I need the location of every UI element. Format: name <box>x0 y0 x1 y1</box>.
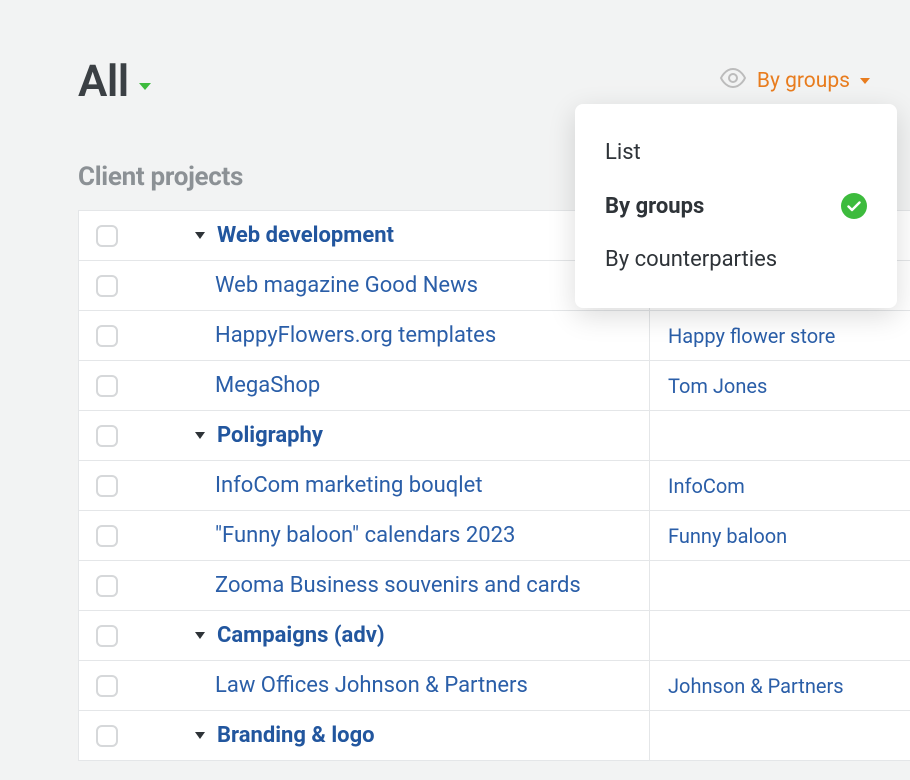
row-name-label: HappyFlowers.org templates <box>215 323 496 348</box>
chevron-down-icon <box>195 732 205 739</box>
project-name-cell[interactable]: Web magazine Good News <box>135 261 650 310</box>
row-checkbox[interactable] <box>96 625 118 647</box>
row-name-label: Campaigns (adv) <box>217 623 385 648</box>
group-name-cell[interactable]: Campaigns (adv) <box>135 611 650 660</box>
row-name-label: Poligraphy <box>217 423 323 448</box>
checkbox-cell <box>79 611 135 660</box>
checkbox-cell <box>79 461 135 510</box>
row-name-label: "Funny baloon" calendars 2023 <box>215 523 515 548</box>
project-name-cell[interactable]: Zooma Business souvenirs and cards <box>135 561 650 610</box>
client-cell <box>650 561 910 610</box>
row-name-label: Web development <box>217 223 394 248</box>
client-cell[interactable]: InfoCom <box>650 461 910 510</box>
view-mode-dropdown: List By groups By counterparties <box>575 104 897 308</box>
checkbox-cell <box>79 211 135 260</box>
title-dropdown[interactable]: All <box>78 55 151 107</box>
page-title: All <box>78 55 129 107</box>
dropdown-item-label: By groups <box>605 194 704 219</box>
dropdown-item-label: By counterparties <box>605 247 777 272</box>
chevron-down-icon <box>195 432 205 439</box>
checkbox-cell <box>79 361 135 410</box>
client-cell[interactable]: Funny baloon <box>650 511 910 560</box>
client-cell <box>650 411 910 460</box>
view-mode-label: By groups <box>757 69 850 93</box>
client-cell[interactable]: Johnson & Partners <box>650 661 910 710</box>
client-label: Happy flower store <box>668 324 835 348</box>
view-mode-toggle[interactable]: By groups <box>719 68 870 94</box>
client-label: Tom Jones <box>668 374 767 398</box>
group-name-cell[interactable]: Branding & logo <box>135 711 650 760</box>
client-cell <box>650 611 910 660</box>
group-name-cell[interactable]: Web development <box>135 211 650 260</box>
table-row: Law Offices Johnson & Partners Johnson & … <box>79 661 910 711</box>
project-name-cell[interactable]: HappyFlowers.org templates <box>135 311 650 360</box>
chevron-down-icon <box>195 632 205 639</box>
checkbox-cell <box>79 661 135 710</box>
project-name-cell[interactable]: InfoCom marketing bouqlet <box>135 461 650 510</box>
client-cell <box>650 711 910 760</box>
chevron-down-icon <box>139 83 151 90</box>
chevron-down-icon <box>195 232 205 239</box>
row-checkbox[interactable] <box>96 425 118 447</box>
check-icon <box>841 193 867 219</box>
table-row: InfoCom marketing bouqlet InfoCom <box>79 461 910 511</box>
row-checkbox[interactable] <box>96 575 118 597</box>
table-row: HappyFlowers.org templates Happy flower s… <box>79 311 910 361</box>
row-checkbox[interactable] <box>96 325 118 347</box>
table-row: "Funny baloon" calendars 2023 Funny baloo… <box>79 511 910 561</box>
checkbox-cell <box>79 511 135 560</box>
dropdown-item[interactable]: List <box>575 126 897 179</box>
dropdown-item-label: List <box>605 140 641 165</box>
client-cell[interactable]: Tom Jones <box>650 361 910 410</box>
row-checkbox[interactable] <box>96 275 118 297</box>
row-name-label: Web magazine Good News <box>215 273 478 298</box>
project-name-cell[interactable]: "Funny baloon" calendars 2023 <box>135 511 650 560</box>
client-label: Funny baloon <box>668 524 787 548</box>
row-checkbox[interactable] <box>96 525 118 547</box>
table-row: Zooma Business souvenirs and cards <box>79 561 910 611</box>
row-checkbox[interactable] <box>96 225 118 247</box>
row-checkbox[interactable] <box>96 475 118 497</box>
table-row: Poligraphy <box>79 411 910 461</box>
table-row: Branding & logo <box>79 711 910 761</box>
row-name-label: Law Offices Johnson & Partners <box>215 673 528 698</box>
client-label: Johnson & Partners <box>668 674 844 698</box>
project-name-cell[interactable]: Law Offices Johnson & Partners <box>135 661 650 710</box>
row-name-label: Zooma Business souvenirs and cards <box>215 573 581 598</box>
group-name-cell[interactable]: Poligraphy <box>135 411 650 460</box>
checkbox-cell <box>79 261 135 310</box>
chevron-down-icon <box>860 78 870 84</box>
page-header: All By groups <box>78 55 910 107</box>
dropdown-item[interactable]: By counterparties <box>575 233 897 286</box>
checkbox-cell <box>79 561 135 610</box>
row-checkbox[interactable] <box>96 375 118 397</box>
client-label: InfoCom <box>668 474 745 498</box>
table-row: Campaigns (adv) <box>79 611 910 661</box>
project-name-cell[interactable]: MegaShop <box>135 361 650 410</box>
row-checkbox[interactable] <box>96 725 118 747</box>
row-name-label: Branding & logo <box>217 723 375 748</box>
table-row: MegaShop Tom Jones <box>79 361 910 411</box>
checkbox-cell <box>79 311 135 360</box>
row-checkbox[interactable] <box>96 675 118 697</box>
dropdown-item[interactable]: By groups <box>575 179 897 233</box>
eye-icon <box>719 68 747 94</box>
checkbox-cell <box>79 711 135 760</box>
row-name-label: MegaShop <box>215 373 320 398</box>
row-name-label: InfoCom marketing bouqlet <box>215 473 483 498</box>
checkbox-cell <box>79 411 135 460</box>
client-cell[interactable]: Happy flower store <box>650 311 910 360</box>
